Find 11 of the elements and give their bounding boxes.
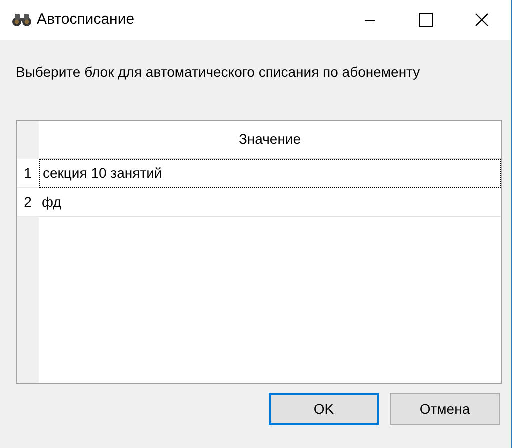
table-cell[interactable]: секция 10 занятий [39, 159, 501, 188]
window-title: Автосписание [37, 10, 135, 30]
prompt-text: Выберите блок для автоматического списания по абонементу [16, 62, 420, 82]
dialog-button[interactable]: Отмена [390, 393, 500, 425]
row-number: 1 [17, 159, 39, 188]
table-cell[interactable]: фд [39, 188, 501, 217]
maximize-icon [419, 13, 433, 27]
binoculars-icon [12, 13, 32, 27]
dialog-button[interactable]: OK [269, 393, 379, 425]
row-number: 2 [17, 188, 39, 217]
close-icon [475, 13, 489, 27]
